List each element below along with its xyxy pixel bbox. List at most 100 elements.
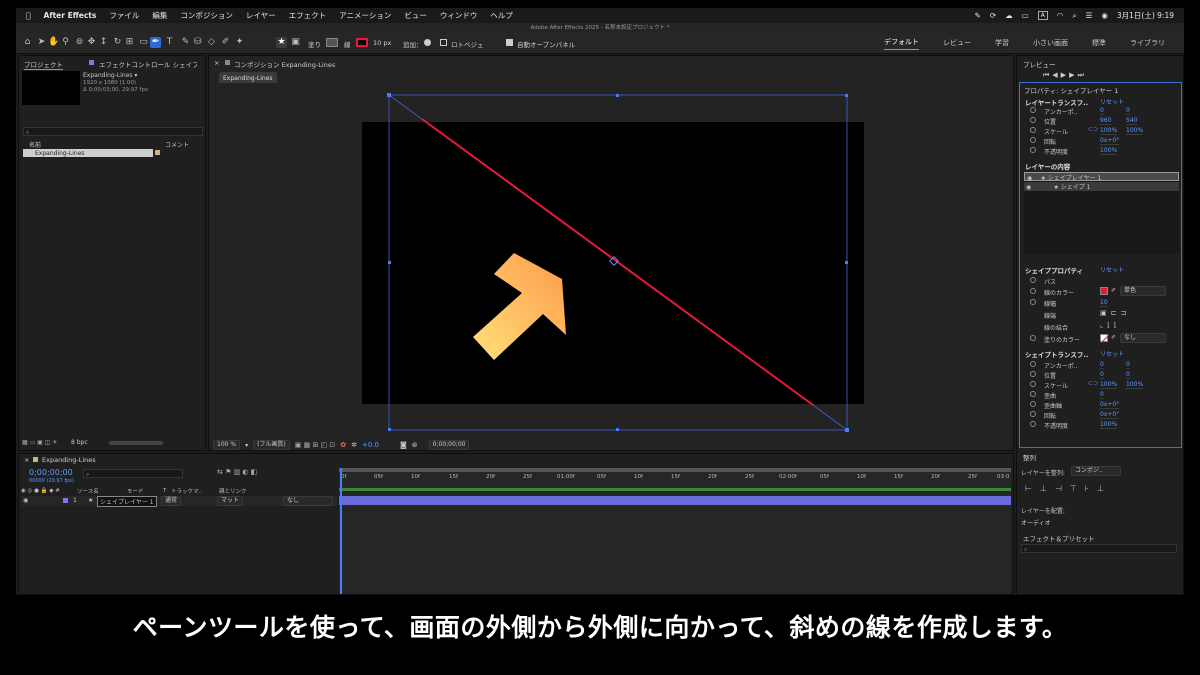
tab-project[interactable]: プロジェクト	[24, 59, 63, 70]
skew-value[interactable]: 0	[1100, 391, 1104, 399]
menu-window[interactable]: ウィンドウ	[440, 10, 478, 21]
project-item-row[interactable]: Expanding-Lines	[23, 149, 153, 157]
layer-duration-bar[interactable]	[339, 496, 1011, 505]
siri-icon[interactable]: ◉	[1101, 11, 1108, 20]
stopwatch-icon[interactable]	[1030, 147, 1036, 153]
menu-animation[interactable]: アニメーション	[339, 10, 391, 21]
layer-parent-dropdown[interactable]: なし	[283, 496, 333, 506]
handle-bm[interactable]	[616, 428, 619, 431]
stroke-width-value[interactable]: 10	[1100, 299, 1108, 307]
rotation-value[interactable]: 0x+0°	[1100, 137, 1120, 145]
anchor-tool-icon[interactable]: ⊞	[124, 37, 135, 48]
effects-search-input[interactable]: ⌕	[1021, 544, 1177, 553]
menu-file[interactable]: ファイル	[109, 10, 139, 21]
tab-preview[interactable]: プレビュー	[1023, 59, 1056, 69]
anchor2-x[interactable]: 0	[1100, 361, 1104, 369]
clock[interactable]: 3月1日(土) 9:19	[1117, 10, 1174, 21]
eyedropper-icon[interactable]: ✐	[1111, 287, 1116, 294]
handle-tr[interactable]	[845, 94, 848, 97]
stopwatch-icon[interactable]	[1030, 299, 1036, 305]
menu-effect[interactable]: エフェクト	[289, 10, 327, 21]
label-color-swatch[interactable]	[155, 150, 160, 155]
rotate-tool-icon[interactable]: ↻	[112, 37, 123, 48]
stroke-width[interactable]: 10 px	[373, 39, 391, 47]
menu-view[interactable]: ビュー	[404, 10, 427, 21]
line-cap-buttons[interactable]: ▣⊏⊐	[1100, 309, 1130, 317]
exposure-value[interactable]: +0.0	[362, 441, 379, 449]
project-search-input[interactable]: ⌕	[23, 127, 203, 136]
constrain-link-icon[interactable]: ⊂⊃	[1088, 380, 1098, 387]
add-menu-icon[interactable]	[424, 39, 431, 46]
rectangle-tool-icon[interactable]: ▭	[138, 37, 149, 48]
type-tool-icon[interactable]: T	[164, 37, 175, 48]
col-source[interactable]: ソース名	[77, 487, 127, 495]
tab-effect-controls[interactable]: エフェクトコントロール シェイプ	[99, 59, 197, 69]
color-wheel-icon[interactable]: ✿	[340, 441, 346, 449]
bpc-label[interactable]: 8 bpc	[71, 439, 88, 446]
menu-app[interactable]: After Effects	[44, 11, 97, 20]
status-sync-icon[interactable]: ⟳	[990, 11, 996, 20]
auto-open-checkbox[interactable]	[506, 39, 513, 46]
menu-layer[interactable]: レイヤー	[246, 10, 276, 21]
quality-dropdown[interactable]: (フル画質)	[253, 440, 290, 450]
selection-tool-icon[interactable]: ➤	[36, 37, 47, 48]
stopwatch-icon[interactable]	[1030, 127, 1036, 133]
brush-tool-icon[interactable]: ✎	[180, 37, 191, 48]
status-battery-icon[interactable]: ▭	[1022, 11, 1029, 20]
fill-color-swatch[interactable]	[1100, 334, 1110, 344]
scale2-y[interactable]: 100%	[1126, 381, 1144, 389]
col-parent[interactable]: 親とリンク	[219, 487, 247, 495]
opacity2-value[interactable]: 100%	[1100, 421, 1118, 429]
time-ruler[interactable]: 0f 05f 10f 15f 20f 25f 01:00f 05f 10f 15…	[339, 472, 1011, 482]
zoom-tool-icon[interactable]: ⚲	[60, 37, 71, 48]
anchor-x[interactable]: 0	[1100, 107, 1104, 115]
zoom-dropdown[interactable]: 100 %	[213, 440, 241, 450]
scale-y[interactable]: 100%	[1126, 127, 1144, 135]
layer-mode-dropdown[interactable]: 通常	[161, 496, 182, 506]
fill-swatch[interactable]	[326, 38, 338, 47]
tab-effects-presets[interactable]: エフェクト＆プリセット	[1023, 533, 1095, 543]
stopwatch-icon[interactable]	[1030, 411, 1036, 417]
time-graph[interactable]	[339, 468, 1011, 594]
handle-bl[interactable]	[388, 428, 391, 431]
stopwatch-icon[interactable]	[1030, 277, 1036, 283]
col-comment[interactable]: コメント	[165, 140, 189, 149]
stopwatch-icon[interactable]	[1030, 381, 1036, 387]
shape-transform-header[interactable]: シェイプトランスフ..	[1025, 349, 1088, 359]
workspace-libraries[interactable]: ライブラリ	[1130, 38, 1165, 48]
menu-help[interactable]: ヘルプ	[490, 10, 513, 21]
home-icon[interactable]: ⌂	[22, 37, 33, 48]
timeline-tab[interactable]: Expanding-Lines	[42, 456, 96, 464]
comp-name[interactable]: Expanding-Lines ▾	[83, 72, 137, 79]
anchor2-y[interactable]: 0	[1126, 361, 1130, 369]
scale2-x[interactable]: 100%	[1100, 381, 1118, 389]
status-cloud-icon[interactable]: ☁	[1005, 11, 1013, 20]
align-to-dropdown[interactable]: コンポジ..	[1071, 466, 1121, 476]
apple-icon[interactable]: 	[26, 11, 31, 20]
workspace-small-screen[interactable]: 小さい画面	[1033, 38, 1068, 48]
stroke-color-swatch[interactable]	[1100, 287, 1108, 295]
stopwatch-icon[interactable]	[1030, 391, 1036, 397]
stopwatch-icon[interactable]	[1030, 361, 1036, 367]
handle-tl[interactable]	[387, 93, 391, 97]
snapshot-icon[interactable]: ◙	[400, 441, 407, 449]
view-options-icons[interactable]: ▣ ▦ ⊞ ◰ ⊡	[295, 441, 335, 449]
layer-label-swatch[interactable]	[63, 498, 68, 503]
mask-mode-icon[interactable]: ▣	[290, 37, 301, 48]
stroke-type-dropdown[interactable]: 単色	[1120, 286, 1166, 296]
scale-x[interactable]: 100%	[1100, 127, 1118, 135]
eye-icon[interactable]: ◉	[1027, 175, 1032, 182]
show-snapshot-icon[interactable]: ⊛	[412, 441, 418, 449]
skew-axis-value[interactable]: 0x+0°	[1100, 401, 1120, 409]
exposure-icon[interactable]: ✲	[351, 441, 357, 449]
dolly-tool-icon[interactable]: ↕	[98, 37, 109, 48]
wifi-icon[interactable]: ◠	[1057, 11, 1064, 20]
timeline-search-input[interactable]: ⌕	[83, 469, 183, 478]
shape-transform-reset[interactable]: リセット	[1100, 349, 1124, 358]
handle-ml[interactable]	[388, 261, 391, 264]
puppet-tool-icon[interactable]: ✦	[234, 37, 245, 48]
layer-matte-dropdown[interactable]: マット	[217, 496, 244, 506]
menu-edit[interactable]: 編集	[152, 10, 167, 21]
shape-props-header[interactable]: シェイププロパティ	[1025, 265, 1083, 275]
eye-icon[interactable]: ◉	[1026, 184, 1031, 191]
